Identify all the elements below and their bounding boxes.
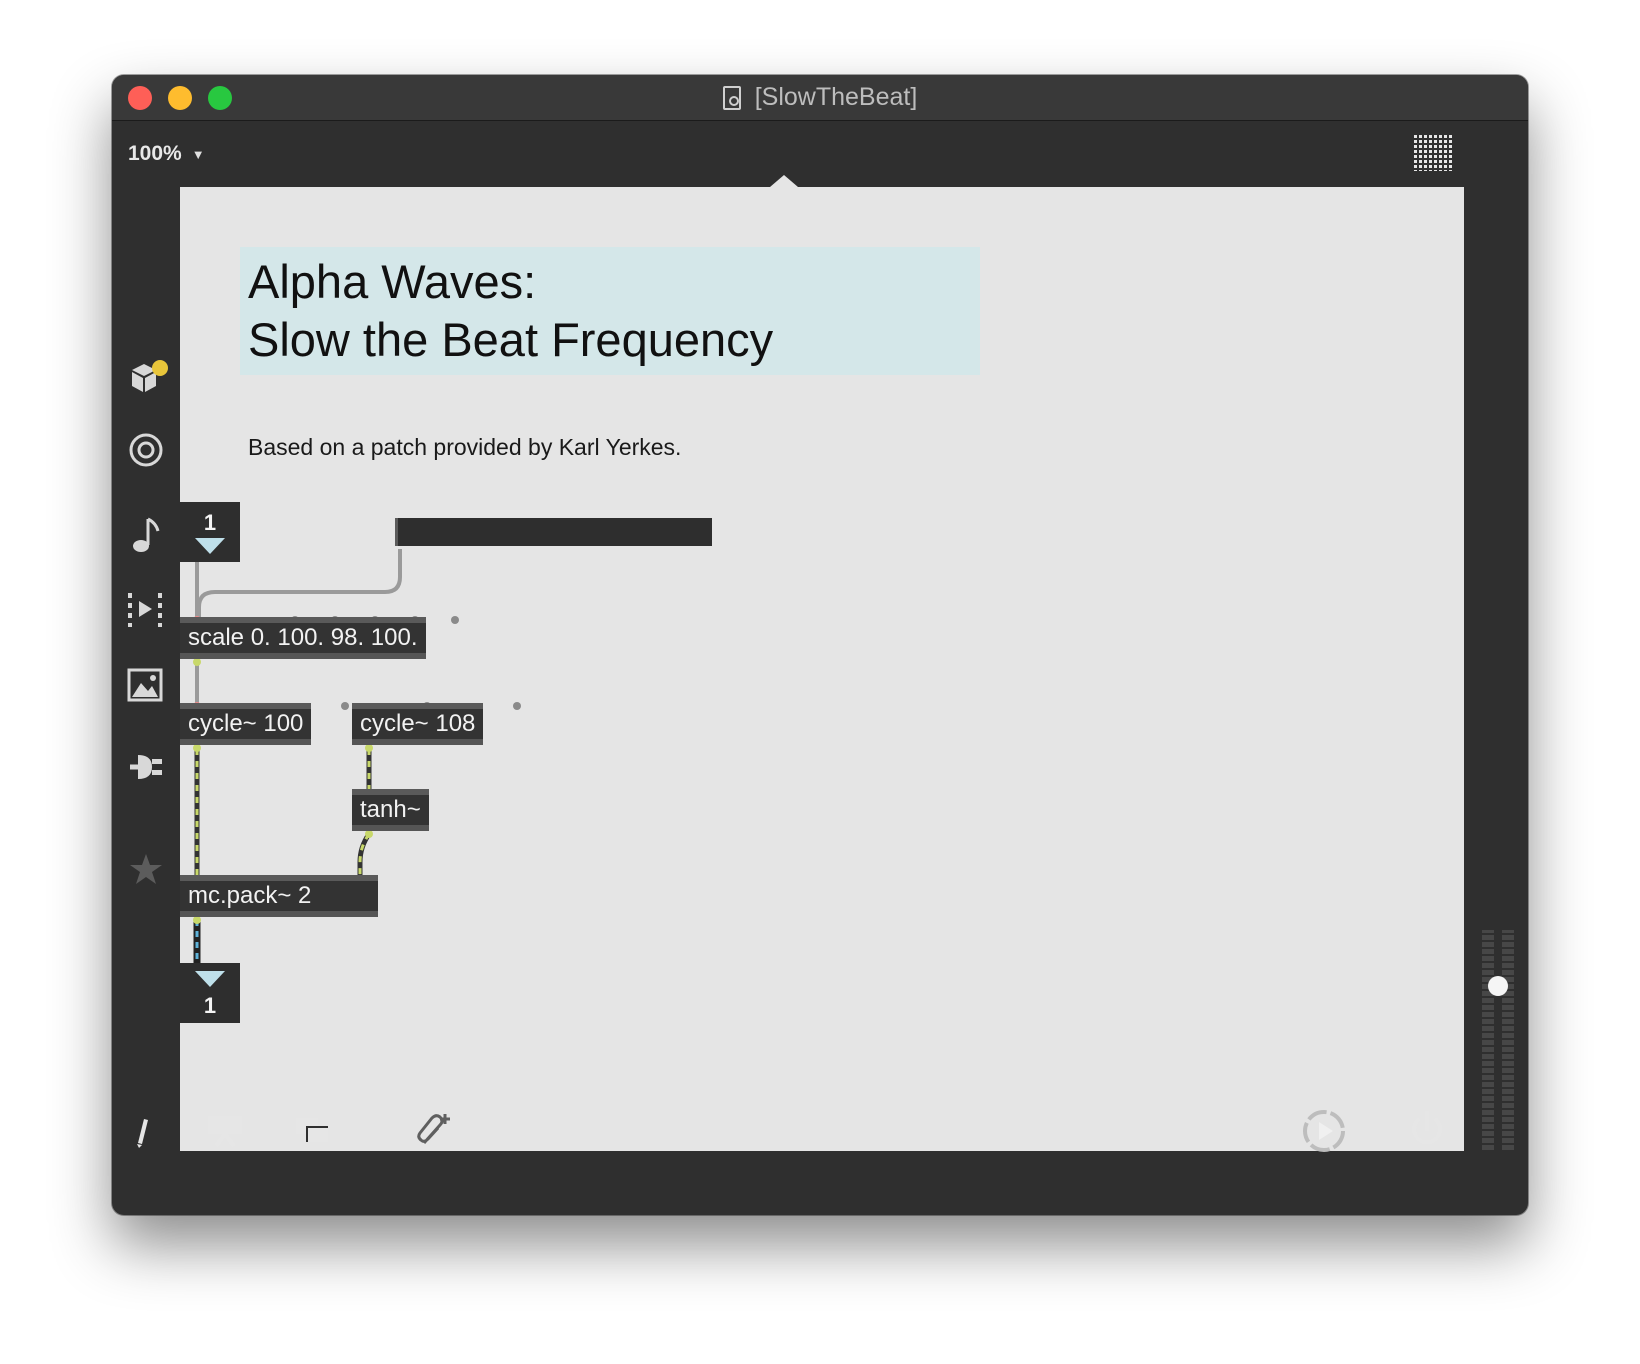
inlet-number: 1 — [203, 510, 217, 535]
edit-pencil-icon[interactable] — [126, 1113, 156, 1154]
inlet-arrow-icon — [195, 538, 225, 554]
video-icon[interactable] — [126, 589, 166, 634]
patch-title-comment[interactable]: Alpha Waves: Slow the Beat Frequency — [240, 247, 980, 375]
patcher-document-icon — [722, 85, 741, 110]
patcher-canvas[interactable]: Alpha Waves: Slow the Beat Frequency Bas… — [180, 187, 1464, 1151]
canvas-notch — [770, 175, 798, 187]
windows-icon[interactable] — [294, 1115, 334, 1154]
title-bar[interactable]: [SlowTheBeat] — [112, 75, 1528, 121]
window-title: [SlowTheBeat] — [112, 75, 1528, 120]
audio-level-meter[interactable] — [1480, 930, 1518, 1150]
credit-comment[interactable]: Based on a patch provided by Karl Yerkes… — [248, 434, 681, 461]
patch-title-line-1: Alpha Waves: — [248, 255, 537, 308]
chevron-down-icon: ▼ — [191, 146, 205, 162]
patch-title-line-2: Slow the Beat Frequency — [248, 313, 774, 366]
zoom-menu[interactable]: 100% ▼ — [128, 142, 205, 166]
image-icon[interactable] — [126, 665, 166, 710]
inlet-object[interactable]: 1 — [180, 502, 240, 562]
patcher-window: [SlowTheBeat] 100% ▼ Alpha Waves: Slow t… — [112, 75, 1528, 1215]
plug-icon[interactable] — [124, 747, 168, 792]
meter-right-channel — [1502, 930, 1514, 1150]
mc-pack-object[interactable]: mc.pack~ 2 — [180, 875, 378, 917]
zoom-level: 100% — [128, 142, 182, 165]
scale-object[interactable]: scale 0. 100. 98. 100. — [180, 617, 426, 659]
packages-icon[interactable] — [128, 358, 172, 403]
power-icon[interactable] — [1406, 1109, 1448, 1156]
outlet-object[interactable]: 1 — [180, 963, 240, 1023]
outlet-number: 1 — [203, 993, 217, 1018]
attach-icon[interactable] — [414, 1111, 454, 1156]
target-icon[interactable] — [126, 430, 166, 475]
grid-toggle-icon[interactable] — [1414, 133, 1454, 171]
window-title-text: [SlowTheBeat] — [754, 83, 918, 111]
favorites-star-icon[interactable] — [126, 850, 166, 895]
play-icon[interactable] — [1300, 1107, 1348, 1160]
cycle-object-108[interactable]: cycle~ 108 — [352, 703, 484, 745]
horizontal-slider[interactable] — [395, 518, 712, 546]
tanh-object[interactable]: tanh~ — [352, 789, 429, 831]
cycle-object-100[interactable]: cycle~ 100 — [180, 703, 312, 745]
outlet-arrow-icon — [195, 971, 225, 987]
presentation-icon[interactable] — [206, 1113, 246, 1154]
music-note-icon[interactable] — [128, 515, 164, 560]
meter-left-channel — [1482, 930, 1494, 1150]
gain-slider-knob[interactable] — [1488, 976, 1508, 996]
